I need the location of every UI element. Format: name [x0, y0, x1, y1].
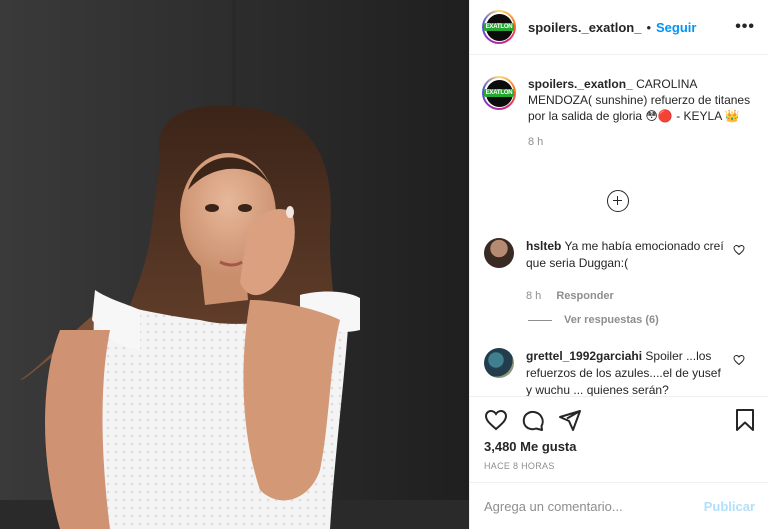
- view-replies-button[interactable]: Ver respuestas (6): [528, 314, 659, 326]
- bookmark-icon[interactable]: [733, 408, 757, 432]
- replies-divider: [528, 319, 552, 321]
- comment-item: grettel_1992garciahi Spoiler ...los refu…: [482, 348, 757, 396]
- comment-like-heart-icon[interactable]: [733, 354, 745, 366]
- commenter-avatar[interactable]: [484, 348, 514, 378]
- comments-section[interactable]: EXATLON spoilers._exatlon_ CAROLINA MEND…: [470, 56, 768, 396]
- comment-like-heart-icon[interactable]: [733, 244, 745, 256]
- author-username[interactable]: spoilers._exatlon_: [528, 20, 641, 35]
- view-replies-label: Ver respuestas (6): [564, 314, 659, 326]
- reply-button[interactable]: Responder: [556, 290, 613, 302]
- post-caption: EXATLON spoilers._exatlon_ CAROLINA MEND…: [482, 76, 757, 148]
- load-more-comments-icon[interactable]: [607, 190, 629, 212]
- comment-username[interactable]: hslteb: [526, 239, 561, 253]
- more-options-icon[interactable]: •••: [735, 19, 755, 35]
- comment-time: 8 h: [526, 290, 542, 302]
- post-timestamp: HACE 8 HORAS: [484, 461, 555, 471]
- avatar-logo-text: EXATLON: [483, 23, 515, 31]
- comment-username[interactable]: grettel_1992garciahi: [526, 349, 642, 363]
- comment-icon[interactable]: [521, 408, 545, 432]
- publish-button[interactable]: Publicar: [704, 499, 755, 514]
- follow-button[interactable]: Seguir: [656, 20, 696, 35]
- caption-time: 8 h: [528, 136, 544, 148]
- profile-avatar[interactable]: EXATLON: [482, 10, 516, 44]
- commenter-avatar[interactable]: [484, 238, 514, 268]
- separator-dot: •: [646, 19, 652, 35]
- caption-avatar[interactable]: EXATLON: [482, 76, 516, 110]
- post-photo[interactable]: [0, 0, 469, 529]
- post-side-panel: EXATLON spoilers._exatlon_ • Seguir ••• …: [469, 0, 768, 529]
- instagram-post: EXATLON spoilers._exatlon_ • Seguir ••• …: [0, 0, 768, 529]
- likes-count[interactable]: 3,480 Me gusta: [484, 439, 577, 454]
- avatar-logo-text: EXATLON: [483, 89, 515, 97]
- share-icon[interactable]: [558, 408, 582, 432]
- post-actions: 3,480 Me gusta HACE 8 HORAS: [470, 396, 768, 481]
- caption-username[interactable]: spoilers._exatlon_: [528, 77, 633, 91]
- comment-input[interactable]: [484, 498, 694, 514]
- comment-item: hslteb Ya me había emocionado creí que s…: [482, 238, 757, 305]
- post-header: EXATLON spoilers._exatlon_ • Seguir •••: [470, 0, 768, 55]
- woman-portrait-image: [0, 0, 469, 529]
- heart-icon[interactable]: [484, 408, 508, 432]
- add-comment-bar: Publicar: [470, 482, 768, 529]
